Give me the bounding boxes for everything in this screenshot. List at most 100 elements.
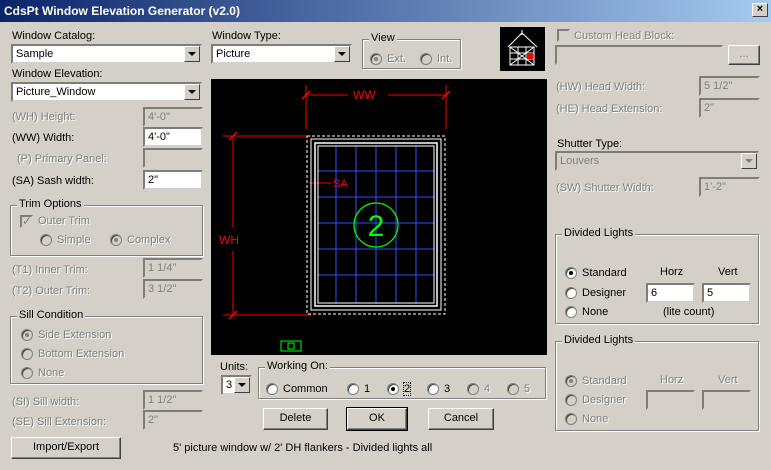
units-select[interactable]: 3 <box>221 375 252 395</box>
trim-options-group: Trim Options <box>10 198 203 256</box>
chevron-down-icon[interactable] <box>741 153 757 169</box>
sill-extension-field[interactable]: 2" <box>143 410 203 430</box>
sa-dimension: SA <box>333 178 348 190</box>
chevron-down-icon[interactable] <box>234 377 250 393</box>
inner-trim-field[interactable]: 1 1/4" <box>143 258 203 278</box>
window-catalog-value: Sample <box>16 48 54 60</box>
horz-header: Horz <box>660 266 684 278</box>
status-description: 5' picture window w/ 2' DH flankers - Di… <box>173 442 433 454</box>
trim-complex-label: Complex <box>127 234 171 246</box>
sash-width-label: (SA) Sash width: <box>12 175 94 187</box>
window-type-value: Picture <box>216 48 251 60</box>
working-4-radio[interactable] <box>467 383 479 395</box>
divided-none-radio[interactable] <box>565 306 577 318</box>
elevation-preview[interactable]: WW WH SA 2 <box>211 79 547 355</box>
sill-bottom-radio[interactable] <box>21 348 33 360</box>
ok-button[interactable]: OK <box>346 407 408 431</box>
custom-head-block-checkbox[interactable] <box>557 29 570 42</box>
divided-standard-label: Standard <box>582 267 627 279</box>
shutter-width-field[interactable]: 1'-2" <box>699 177 760 197</box>
working-on-title: Working On: <box>265 360 330 372</box>
browse-button[interactable]: ... <box>728 45 760 65</box>
vert-field-secondary[interactable] <box>702 390 751 410</box>
horz-field-secondary[interactable] <box>646 390 695 410</box>
window-type-label: Window Type: <box>212 30 281 42</box>
working-5-label: 5 <box>524 383 531 395</box>
sill-width-field[interactable]: 1 1/2" <box>143 390 203 410</box>
view-ext-radio[interactable] <box>370 53 382 65</box>
sill-bottom-label: Bottom Extension <box>38 348 125 360</box>
window-type-select[interactable]: Picture <box>211 44 352 64</box>
sash-width-value: 2" <box>148 174 159 186</box>
sill-width-label: (SI) Sill width: <box>12 396 80 408</box>
view-int-radio[interactable] <box>420 53 432 65</box>
horz-value: 6 <box>651 287 658 299</box>
shutter-type-label: Shutter Type: <box>557 138 623 150</box>
divided-designer-label: Designer <box>582 287 627 299</box>
working-common-radio[interactable] <box>266 383 278 395</box>
divided2-designer-radio[interactable] <box>565 394 577 406</box>
head-extension-field[interactable]: 2" <box>699 98 760 118</box>
chevron-down-icon[interactable] <box>184 84 200 100</box>
height-label: (WH) Height: <box>12 111 76 123</box>
view-int-label: Int. <box>437 53 453 65</box>
window-elevation-select[interactable]: Picture_Window <box>11 82 202 102</box>
height-value: 4'-0" <box>148 111 170 123</box>
divided2-none-radio[interactable] <box>565 413 577 425</box>
inner-trim-value: 1 1/4" <box>148 262 177 274</box>
trim-simple-radio[interactable] <box>40 234 52 246</box>
vert-header: Vert <box>718 266 738 278</box>
chevron-down-icon[interactable] <box>334 46 350 62</box>
working-5-radio[interactable] <box>507 383 519 395</box>
shutter-type-select[interactable]: Louvers <box>555 151 759 171</box>
working-2-radio[interactable] <box>387 383 399 395</box>
vert-field[interactable]: 5 <box>702 283 751 303</box>
outer-trim-width-field[interactable]: 3 1/2" <box>143 279 203 299</box>
working-4-label: 4 <box>484 383 491 395</box>
horz-header-secondary: Horz <box>660 374 684 386</box>
sill-extension-value: 2" <box>148 414 159 426</box>
sill-side-label: Side Extension <box>38 329 112 341</box>
outer-trim-width-label: (T2) Outer Trim: <box>12 285 91 297</box>
divided2-standard-radio[interactable] <box>565 375 577 387</box>
import-export-button[interactable]: Import/Export <box>11 437 121 459</box>
chevron-down-icon[interactable] <box>184 46 200 62</box>
sill-width-value: 1 1/2" <box>148 394 177 406</box>
window-title: CdsPt Window Elevation Generator (v2.0) <box>4 4 240 18</box>
divided-designer-radio[interactable] <box>565 287 577 299</box>
divided-standard-radio[interactable] <box>565 267 577 279</box>
trim-complex-radio[interactable] <box>110 234 122 246</box>
head-width-field[interactable]: 5 1/2" <box>699 76 760 96</box>
width-field[interactable]: 4'-0" <box>143 127 203 147</box>
elevation-drawing: WW WH SA 2 <box>219 85 451 352</box>
sill-none-label: None <box>38 367 65 379</box>
delete-button[interactable]: Delete <box>263 408 328 430</box>
working-3-radio[interactable] <box>427 383 439 395</box>
head-extension-label: (HE) Head Extension: <box>556 103 663 115</box>
cancel-button[interactable]: Cancel <box>428 408 494 430</box>
height-field[interactable]: 4'-0" <box>143 107 203 127</box>
vert-value: 5 <box>707 287 714 299</box>
working-1-label: 1 <box>364 383 371 395</box>
working-3-label: 3 <box>444 383 451 395</box>
vert-header-secondary: Vert <box>718 374 738 386</box>
outer-trim-width-value: 3 1/2" <box>148 283 177 295</box>
house-icon <box>500 27 545 71</box>
working-1-radio[interactable] <box>347 383 359 395</box>
shutter-width-label: (SW) Shutter Width: <box>556 182 654 194</box>
close-button[interactable]: × <box>752 3 768 17</box>
working-2-label: 2 <box>402 382 412 396</box>
close-icon: × <box>756 3 764 15</box>
panel-number: 2 <box>368 210 385 243</box>
sash-width-field[interactable]: 2" <box>143 170 203 190</box>
working-common-label: Common <box>283 383 328 395</box>
custom-head-block-field[interactable] <box>555 45 723 65</box>
divided-lights-secondary-title: Divided Lights <box>562 334 636 346</box>
trim-options-title: Trim Options <box>17 198 84 210</box>
outer-trim-checkbox[interactable] <box>20 214 33 228</box>
sill-side-radio[interactable] <box>21 329 33 341</box>
horz-field[interactable]: 6 <box>646 283 695 303</box>
primary-panel-field[interactable] <box>143 148 203 168</box>
window-catalog-select[interactable]: Sample <box>11 44 202 64</box>
sill-none-radio[interactable] <box>21 367 33 379</box>
